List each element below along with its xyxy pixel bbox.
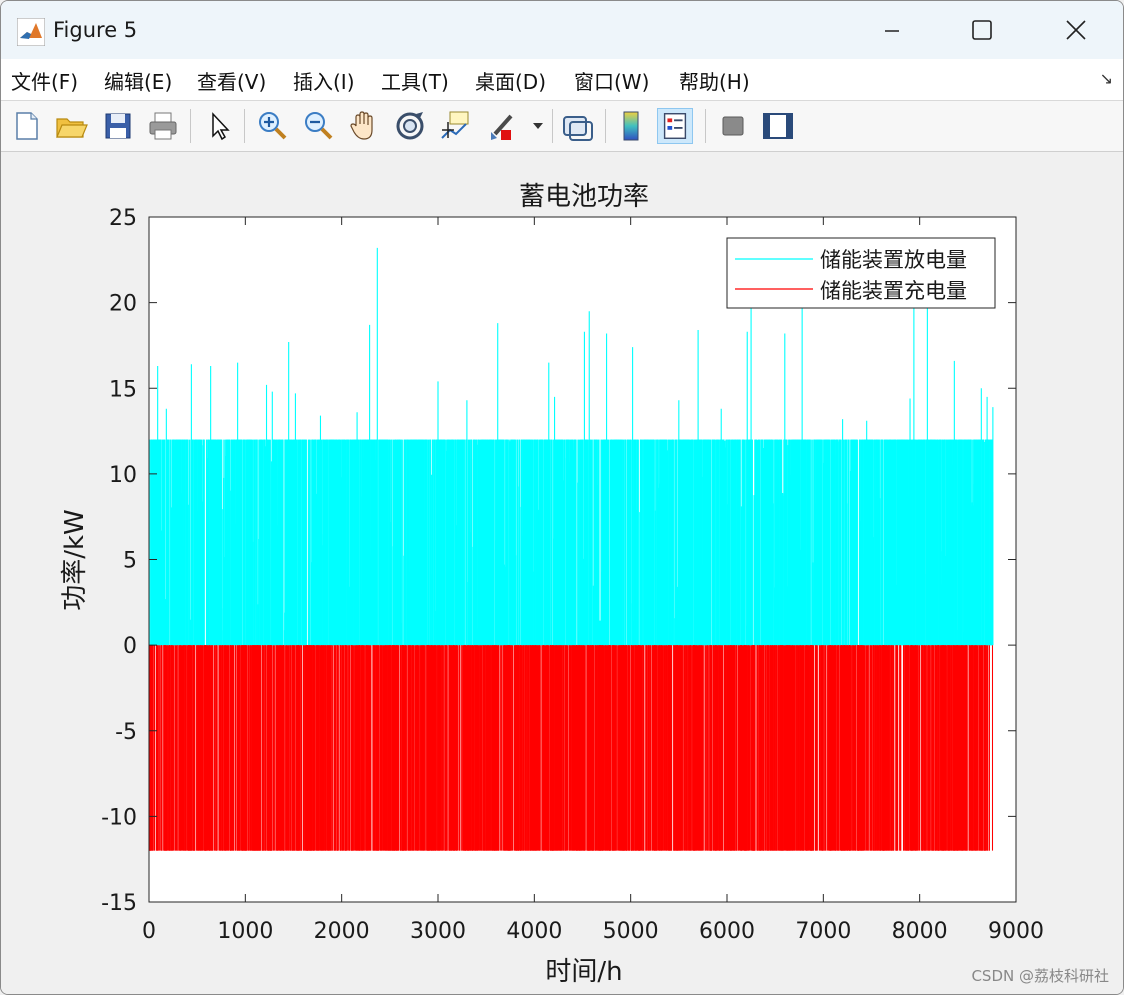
menu-file[interactable]: 文件(F)	[11, 66, 78, 95]
hide-plot-tools-icon[interactable]	[715, 108, 751, 144]
x-tick-label: 0	[142, 919, 156, 944]
new-figure-icon[interactable]	[9, 108, 45, 144]
brush-dropdown-icon[interactable]	[531, 121, 545, 131]
maximize-icon	[972, 20, 992, 40]
y-tick-label: 20	[109, 292, 137, 317]
y-tick-label: 15	[109, 377, 137, 402]
y-tick-label: -15	[101, 891, 137, 916]
menu-help[interactable]: 帮助(H)	[679, 66, 750, 95]
x-tick-label: 2000	[314, 919, 370, 944]
legend-label-discharge: 储能装置放电量	[820, 248, 967, 272]
pointer-icon[interactable]	[201, 108, 237, 144]
figure-window: Figure 5 文件(F) 编辑(E) 查看(V) 插入(I) 工具(T) 桌…	[0, 0, 1124, 995]
x-tick-label: 9000	[988, 919, 1044, 944]
rotate-3d-icon[interactable]	[392, 108, 428, 144]
data-cursor-icon[interactable]	[438, 108, 474, 144]
toolbar-separator	[705, 109, 706, 143]
y-tick-label: 5	[123, 549, 137, 574]
minimize-icon	[885, 30, 899, 32]
legend-button[interactable]	[657, 108, 693, 144]
show-plot-tools-icon[interactable]	[760, 108, 796, 144]
x-tick-label: 6000	[699, 919, 755, 944]
window-title: Figure 5	[53, 18, 138, 42]
chart-svg[interactable]: 0 1000 2000 3000 4000 5000 6000 7000 8000 9000 25 2…	[1, 152, 1123, 994]
toolbar-separator	[244, 109, 245, 143]
menu-bar: 文件(F) 编辑(E) 查看(V) 插入(I) 工具(T) 桌面(D) 窗口(W…	[1, 59, 1123, 101]
x-tick-label: 3000	[410, 919, 466, 944]
watermark: CSDN @荔枝科研社	[971, 967, 1109, 985]
x-tick-label: 8000	[892, 919, 948, 944]
x-tick-label: 5000	[603, 919, 659, 944]
menu-insert[interactable]: 插入(I)	[293, 66, 355, 95]
menu-edit[interactable]: 编辑(E)	[104, 66, 172, 95]
y-tick-label: 0	[123, 634, 137, 659]
open-file-icon[interactable]	[53, 108, 89, 144]
legend-icon	[663, 113, 687, 139]
print-icon[interactable]	[145, 108, 181, 144]
x-tick-label: 7000	[795, 919, 851, 944]
y-tick-label: -10	[101, 805, 137, 830]
menu-window[interactable]: 窗口(W)	[574, 66, 649, 95]
dock-arrow-icon[interactable]: ↘	[1100, 69, 1113, 88]
menu-tools[interactable]: 工具(T)	[381, 66, 449, 95]
minimize-button[interactable]	[869, 11, 915, 49]
x-tick-label: 1000	[217, 919, 273, 944]
zoom-in-icon[interactable]	[254, 108, 290, 144]
chart-title: 蓄电池功率	[519, 182, 649, 212]
y-tick-label: 10	[109, 463, 137, 488]
y-tick-label: -5	[115, 720, 137, 745]
toolbar-separator	[190, 109, 191, 143]
close-icon	[1066, 20, 1086, 40]
menu-desktop[interactable]: 桌面(D)	[475, 66, 546, 95]
legend-label-charge: 储能装置充电量	[820, 279, 967, 303]
brush-icon[interactable]	[485, 108, 521, 144]
y-axis-label: 功率/kW	[60, 509, 90, 611]
zoom-out-icon[interactable]	[300, 108, 336, 144]
title-bar: Figure 5	[1, 1, 1123, 59]
save-icon[interactable]	[100, 108, 136, 144]
menu-view[interactable]: 查看(V)	[197, 66, 266, 95]
x-tick-label: 4000	[506, 919, 562, 944]
figure-canvas: 0 1000 2000 3000 4000 5000 6000 7000 8000 9000 25 2…	[1, 152, 1123, 994]
legend[interactable]: 储能装置放电量 储能装置充电量	[726, 237, 996, 309]
close-button[interactable]	[1053, 11, 1099, 49]
maximize-button[interactable]	[959, 11, 1005, 49]
colorbar-icon[interactable]	[613, 108, 649, 144]
pan-hand-icon[interactable]	[346, 108, 382, 144]
toolbar-separator	[552, 109, 553, 143]
y-tick-label: 25	[109, 206, 137, 231]
matlab-logo-icon	[17, 18, 45, 46]
link-plot-icon[interactable]	[559, 108, 595, 144]
x-axis-label: 时间/h	[545, 957, 622, 987]
figure-toolbar	[1, 101, 1123, 152]
toolbar-separator	[605, 109, 606, 143]
